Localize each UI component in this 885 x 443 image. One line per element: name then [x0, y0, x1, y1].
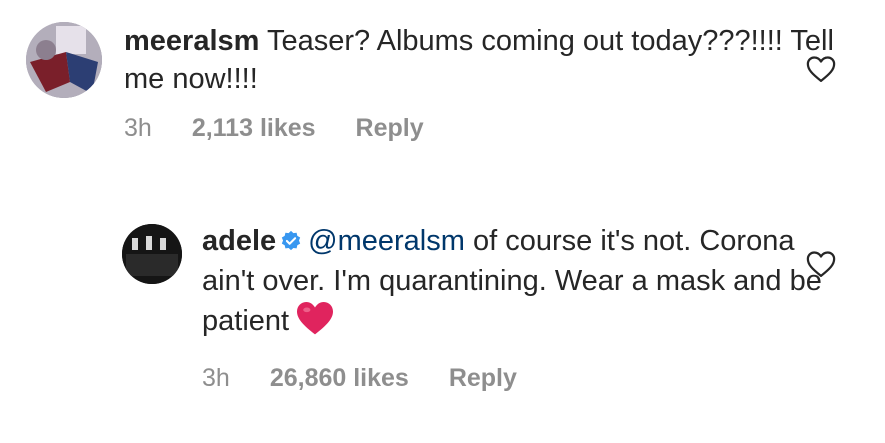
mention-link[interactable]: @meeralsm	[308, 225, 465, 257]
avatar[interactable]	[122, 224, 182, 284]
comment-meta: 3h 2,113 likes Reply	[124, 114, 846, 143]
comment: meeralsm Teaser? Albums coming out today…	[26, 22, 846, 143]
reply-button[interactable]: Reply	[356, 114, 424, 143]
comment-meta: 3h 26,860 likes Reply	[202, 364, 846, 393]
comment-username[interactable]: meeralsm	[124, 25, 259, 57]
avatar[interactable]	[26, 22, 102, 98]
comment-body: adele @meeralsm of course it's not. Coron…	[202, 222, 846, 393]
comment-body: meeralsm Teaser? Albums coming out today…	[124, 22, 846, 143]
comment-text: adele @meeralsm of course it's not. Coron…	[202, 222, 846, 346]
comment-text: meeralsm Teaser? Albums coming out today…	[124, 22, 846, 98]
comment-username[interactable]: adele	[202, 225, 276, 257]
like-heart-icon[interactable]	[806, 250, 836, 278]
comment-time: 3h	[202, 364, 230, 392]
comment-likes[interactable]: 2,113 likes	[192, 114, 316, 143]
comment-reply: adele @meeralsm of course it's not. Coron…	[122, 222, 846, 393]
comment-likes[interactable]: 26,860 likes	[270, 364, 409, 393]
verified-badge-icon	[280, 224, 302, 262]
avatar-photo-icon	[26, 22, 102, 98]
like-heart-icon[interactable]	[806, 55, 836, 83]
red-heart-emoji-icon	[295, 300, 335, 346]
reply-button[interactable]: Reply	[449, 364, 517, 393]
comment-time: 3h	[124, 114, 152, 142]
avatar-photo-icon	[122, 224, 182, 284]
